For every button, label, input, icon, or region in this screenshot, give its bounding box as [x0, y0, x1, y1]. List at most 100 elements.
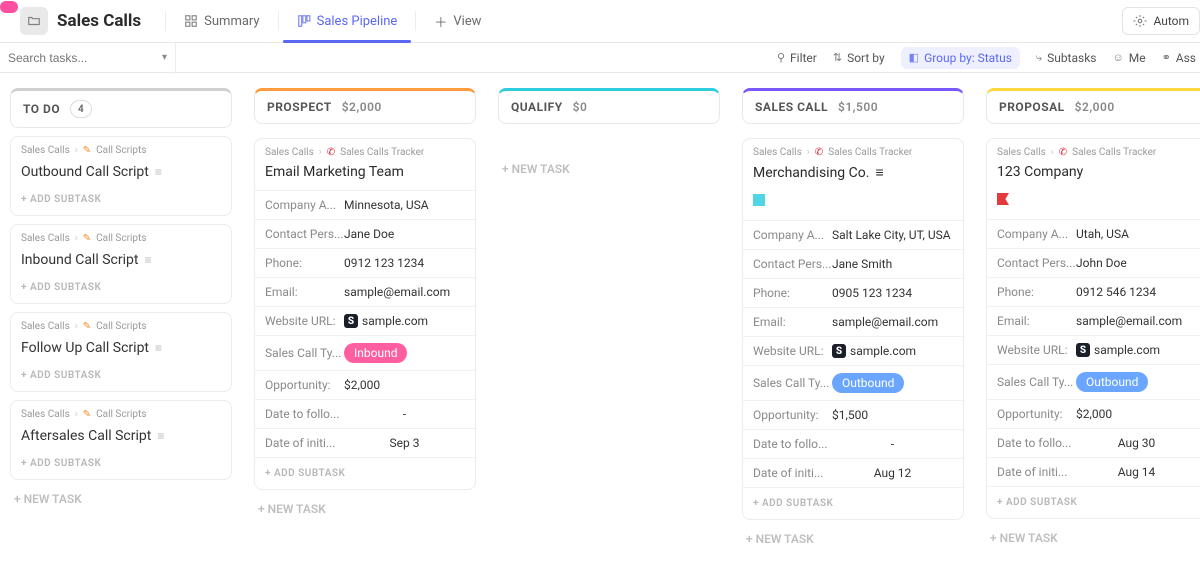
divider — [165, 11, 166, 31]
tab-label: Summary — [204, 14, 259, 29]
assignee-button[interactable]: ⚭ Ass — [1162, 51, 1200, 65]
field-company-address: Minnesota, USA — [344, 198, 429, 212]
divider — [278, 11, 279, 31]
add-subtask-button[interactable]: + ADD SUBTASK — [255, 457, 475, 489]
column-header-prospect[interactable]: PROSPECT $2,000 — [254, 88, 476, 124]
task-card-script[interactable]: Sales Calls›✎Call Scripts Aftersales Call… — [10, 400, 232, 480]
sortby-button[interactable]: ⇅ Sort by — [833, 51, 885, 65]
task-card-salescall[interactable]: Sales Calls› ✆ Sales Calls Tracker Merch… — [742, 138, 964, 520]
subtask-icon: ⤷ — [1036, 51, 1042, 65]
field-email: sample@email.com — [1076, 314, 1182, 328]
sortby-label: Sort by — [847, 51, 885, 65]
column-header-salescall[interactable]: SALES CALL $1,500 — [742, 88, 964, 124]
field-initial-date: Aug 14 — [1076, 465, 1197, 479]
tab-label: View — [453, 14, 481, 29]
flag-icon-cyan — [753, 194, 765, 206]
add-subtask-button[interactable]: + ADD SUBTASK — [21, 282, 221, 293]
plus-icon: ＋ — [434, 12, 447, 31]
column-title: PROPOSAL — [999, 100, 1065, 114]
phone-icon: ✆ — [815, 147, 823, 158]
tab-add-view[interactable]: ＋ View — [420, 0, 495, 43]
script-icon: ✎ — [83, 409, 91, 420]
column-qualify: QUALIFY $0 + NEW TASK — [498, 88, 720, 558]
page-title: Sales Calls — [57, 11, 161, 31]
phone-icon: ✆ — [1059, 147, 1067, 158]
column-header-proposal[interactable]: PROPOSAL $2,000 — [986, 88, 1200, 124]
field-website[interactable]: sample.com — [1076, 343, 1160, 357]
add-subtask-button[interactable]: + ADD SUBTASK — [21, 194, 221, 205]
column-sales-call: SALES CALL $1,500 Sales Calls› ✆ Sales C… — [742, 88, 964, 558]
user-icon: ☺ — [1112, 51, 1123, 64]
new-task-button[interactable]: + NEW TASK — [986, 519, 1200, 557]
column-title: QUALIFY — [511, 100, 563, 114]
script-icon: ✎ — [83, 145, 91, 156]
add-subtask-button[interactable]: + ADD SUBTASK — [21, 458, 221, 469]
column-header-qualify[interactable]: QUALIFY $0 — [498, 88, 720, 124]
column-title: SALES CALL — [755, 100, 828, 114]
add-subtask-button[interactable]: + ADD SUBTASK — [987, 486, 1200, 518]
task-card-proposal[interactable]: Sales Calls› ✆ Sales Calls Tracker 123 C… — [986, 138, 1200, 519]
field-opportunity: $2,000 — [1076, 407, 1112, 421]
description-icon: ≡ — [144, 253, 151, 267]
users-icon: ⚭ — [1162, 51, 1171, 64]
column-title: PROSPECT — [267, 100, 332, 114]
phone-icon: ✆ — [327, 147, 335, 158]
tab-summary[interactable]: Summary — [170, 0, 273, 43]
column-count-badge: 4 — [70, 100, 92, 118]
description-icon: ≡ — [155, 341, 162, 355]
filter-icon: ⚲ — [777, 51, 785, 64]
column-header-todo[interactable]: TO DO 4 — [10, 88, 232, 128]
filter-button[interactable]: ⚲ Filter — [777, 51, 817, 65]
breadcrumb: Sales Calls›✎Call Scripts — [21, 145, 221, 156]
subtasks-button[interactable]: ⤷ Subtasks — [1036, 51, 1097, 65]
subtasks-label: Subtasks — [1047, 51, 1096, 65]
new-task-button[interactable]: + NEW TASK — [254, 490, 476, 528]
groupby-button[interactable]: ◧ Group by: Status — [901, 47, 1020, 69]
add-subtask-button[interactable]: + ADD SUBTASK — [743, 487, 963, 519]
field-follow-date: - — [344, 407, 465, 421]
new-task-button[interactable]: + NEW TASK — [742, 520, 964, 558]
task-title: Merchandising Co. ≡ — [743, 158, 963, 191]
task-card-prospect[interactable]: Sales Calls› ✆ Sales Calls Tracker Email… — [254, 138, 476, 490]
add-subtask-button[interactable]: + ADD SUBTASK — [21, 370, 221, 381]
field-email: sample@email.com — [832, 315, 938, 329]
badge-outbound: Outbound — [1076, 372, 1148, 392]
field-follow-date: - — [832, 437, 953, 451]
field-opportunity: $2,000 — [344, 378, 380, 392]
column-money: $1,500 — [838, 100, 878, 114]
task-card-script[interactable]: Sales Calls›✎Call ScriptsInbound Call Sc… — [10, 224, 232, 304]
column-todo: TO DO 4 Sales Calls›✎Call Scripts Outboun… — [10, 88, 232, 558]
task-title: Outbound Call Script≡ — [21, 164, 221, 180]
task-title: Inbound Call Script≡ — [21, 252, 221, 268]
new-task-button[interactable]: + NEW TASK — [10, 480, 232, 518]
field-opportunity: $1,500 — [832, 408, 868, 422]
breadcrumb: Sales Calls›✎Call Scripts — [21, 409, 221, 420]
field-phone: 0905 123 1234 — [832, 286, 912, 300]
tab-label: Sales Pipeline — [317, 14, 398, 29]
filter-label: Filter — [790, 51, 817, 65]
task-card-script[interactable]: Sales Calls›✎Call Scripts Outbound Call S… — [10, 136, 232, 216]
task-title: Aftersales Call Script≡ — [21, 428, 221, 444]
field-contact-person: Jane Doe — [344, 227, 394, 241]
search-input[interactable] — [8, 51, 156, 65]
new-task-button[interactable]: + NEW TASK — [498, 150, 720, 188]
automations-button[interactable]: Autom — [1122, 7, 1200, 35]
me-button[interactable]: ☺ Me — [1112, 51, 1145, 65]
chevron-down-icon: ▾ — [162, 52, 167, 63]
field-website[interactable]: sample.com — [344, 314, 428, 328]
field-website[interactable]: sample.com — [832, 344, 916, 358]
search-input-wrap[interactable]: ▾ — [0, 43, 175, 73]
script-icon: ✎ — [83, 321, 91, 332]
column-proposal: PROPOSAL $2,000 Sales Calls› ✆ Sales Cal… — [986, 88, 1200, 558]
me-label: Me — [1129, 51, 1146, 65]
badge-inbound: Inbound — [344, 343, 407, 363]
description-icon: ≡ — [875, 164, 883, 181]
tab-sales-pipeline[interactable]: Sales Pipeline — [283, 0, 412, 43]
task-card-script[interactable]: Sales Calls›✎Call ScriptsFollow Up Call … — [10, 312, 232, 392]
field-company-address: Utah, USA — [1076, 227, 1129, 241]
column-money: $0 — [573, 100, 588, 114]
field-email: sample@email.com — [344, 285, 450, 299]
folder-icon[interactable] — [20, 7, 48, 35]
field-contact-person: Jane Smith — [832, 257, 892, 271]
field-follow-date: Aug 30 — [1076, 436, 1197, 450]
